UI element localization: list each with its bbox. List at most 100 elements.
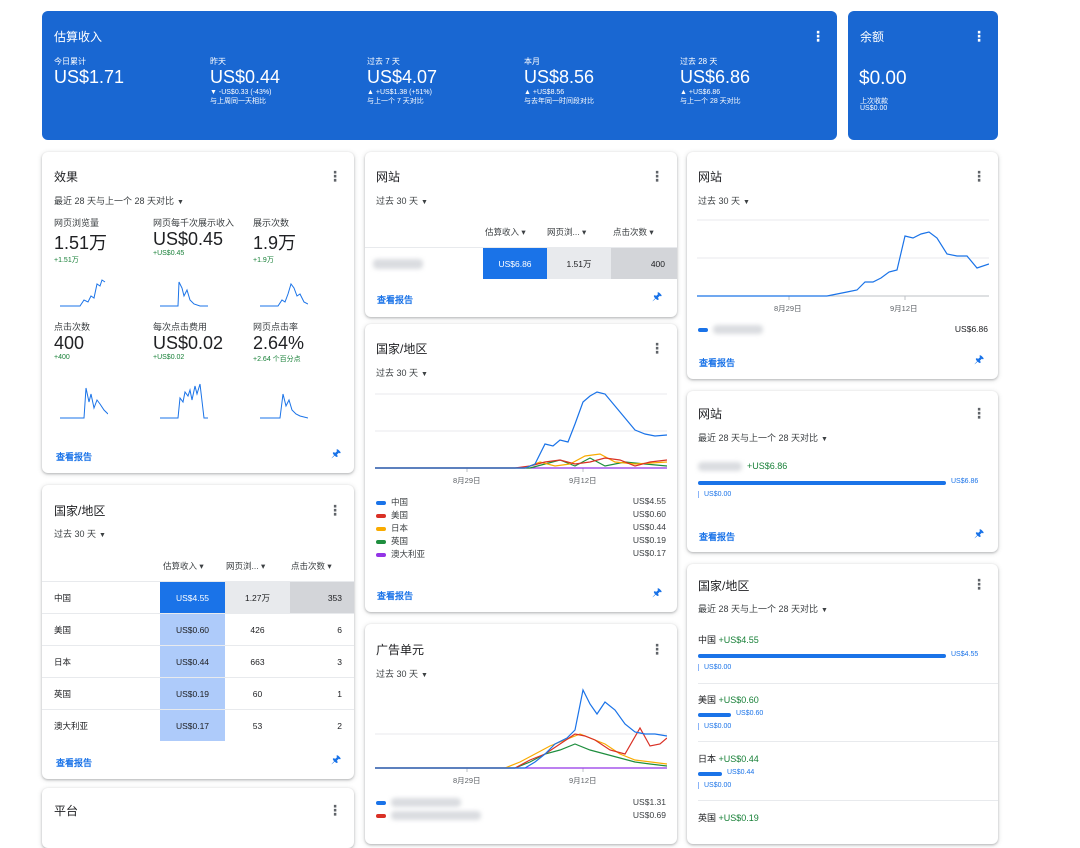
- site-line-chart: [697, 219, 989, 300]
- row-name: 日本: [54, 656, 72, 667]
- previous-bar-marker: [698, 723, 699, 730]
- view-report-link[interactable]: 查看报告: [377, 589, 413, 602]
- pin-icon[interactable]: 🖈: [331, 754, 341, 766]
- estimated-earnings-card: 估算收入 ⋮ 今日累计 US$1.71 昨天 US$0.44 ▼ -US$0.3…: [42, 11, 837, 140]
- site-chart-card: 网站 ⋮ 过去 30 天 ▼ 8月29日 9月12日 US$6.86 查看报告 🖈: [687, 152, 998, 379]
- more-options-icon[interactable]: ⋮: [328, 168, 342, 184]
- country-compare-card: 国家/地区 ⋮ 最近 28 天与上一个 28 天对比 ▼ 中国 +US$4.55 …: [687, 564, 998, 844]
- date-range-dropdown[interactable]: 过去 30 天 ▼: [376, 194, 428, 207]
- column-header-revenue[interactable]: 估算收入 ▾: [485, 226, 526, 238]
- sparkline-pageviews: [60, 279, 106, 307]
- row-revenue: US$0.60: [160, 614, 225, 645]
- table-row[interactable]: 中国 US$4.55 1.27万 353: [42, 581, 354, 613]
- legend-item: 澳大利亚 US$0.17: [376, 548, 666, 560]
- country-line-chart: [375, 391, 667, 472]
- more-options-icon[interactable]: ⋮: [328, 802, 342, 818]
- date-range-dropdown[interactable]: 过去 30 天 ▼: [376, 366, 428, 379]
- previous-bar-marker: [698, 491, 699, 498]
- legend-item: 英国 US$0.19: [376, 535, 666, 547]
- platform-card: 平台 ⋮: [42, 788, 354, 848]
- more-options-icon[interactable]: ⋮: [972, 28, 986, 44]
- table-row[interactable]: US$6.86 1.51万 400: [365, 247, 677, 279]
- caret-down-icon: ▼: [821, 436, 828, 443]
- metric-last-28-days: 过去 28 天 US$6.86 ▲ +US$6.86 与上一个 28 天对比: [680, 57, 751, 105]
- row-name: 澳大利亚: [54, 720, 89, 731]
- site-delta: +US$6.86: [747, 461, 788, 471]
- row-name: 中国: [54, 592, 72, 603]
- pin-icon[interactable]: 🖈: [974, 354, 984, 366]
- metric-yesterday: 昨天 US$0.44 ▼ -US$0.33 (-43%) 与上周同一天相比: [210, 57, 281, 105]
- card-title: 效果: [54, 170, 79, 184]
- row-pageviews: 53: [252, 720, 263, 731]
- view-report-link[interactable]: 查看报告: [377, 293, 413, 306]
- previous-value: US$0.00: [704, 491, 732, 498]
- previous-bar-marker: [698, 782, 699, 789]
- date-range-dropdown[interactable]: 最近 28 天与上一个 28 天对比 ▼: [54, 194, 184, 207]
- more-options-icon[interactable]: ⋮: [972, 405, 986, 421]
- x-tick-label: 8月29日: [453, 476, 481, 485]
- column-header-clicks[interactable]: 点击次数 ▾: [291, 560, 332, 572]
- date-range-dropdown[interactable]: 过去 30 天 ▼: [376, 667, 428, 680]
- row-clicks: 353: [290, 582, 354, 613]
- view-report-link[interactable]: 查看报告: [56, 756, 92, 769]
- compare-item-japan: 日本 +US$0.44 US$0.44 US$0.00: [698, 754, 759, 789]
- caret-down-icon: ▼: [99, 532, 106, 539]
- table-row[interactable]: 澳大利亚 US$0.17 53 2: [42, 709, 354, 741]
- redacted-adunit-name: [391, 798, 461, 808]
- more-options-icon[interactable]: ⋮: [650, 340, 664, 356]
- date-range-dropdown[interactable]: 最近 28 天与上一个 28 天对比 ▼: [698, 431, 828, 444]
- table-row[interactable]: 日本 US$0.44 663 3: [42, 645, 354, 677]
- more-options-icon[interactable]: ⋮: [650, 641, 664, 657]
- table-row[interactable]: 英国 US$0.19 60 1: [42, 677, 354, 709]
- more-options-icon[interactable]: ⋮: [972, 576, 986, 592]
- redacted-site-name: [698, 462, 742, 471]
- view-report-link[interactable]: 查看报告: [699, 356, 735, 369]
- pin-icon[interactable]: 🖈: [331, 448, 341, 460]
- metric-clicks: 点击次数 400 +400: [54, 322, 91, 361]
- caret-down-icon: ▼: [743, 199, 750, 206]
- card-title: 网站: [698, 170, 723, 184]
- caret-down-icon: ▼: [421, 672, 428, 679]
- x-tick-label: 9月12日: [569, 476, 597, 485]
- date-range-dropdown[interactable]: 最近 28 天与上一个 28 天对比 ▼: [698, 602, 828, 615]
- pin-icon[interactable]: 🖈: [974, 528, 984, 540]
- compare-item-uk: 英国 +US$0.19: [698, 813, 759, 823]
- column-header-revenue[interactable]: 估算收入 ▾: [163, 560, 204, 572]
- legend-item: 中国 US$4.55: [376, 496, 666, 508]
- column-header-pageviews[interactable]: 网页浏... ▾: [547, 226, 586, 238]
- card-title: 广告单元: [376, 643, 425, 657]
- current-value: US$0.60: [736, 710, 764, 717]
- table-row[interactable]: 美国 US$0.60 426 6: [42, 613, 354, 645]
- last-payment-value: US$0.00: [860, 105, 888, 112]
- sparkline-page-rpm: [160, 281, 208, 307]
- sparkline-impressions: [260, 282, 308, 307]
- column-header-clicks[interactable]: 点击次数 ▾: [613, 226, 654, 238]
- more-options-icon[interactable]: ⋮: [811, 28, 825, 44]
- card-title: 网站: [376, 170, 401, 184]
- current-bar: [698, 654, 946, 658]
- legend-item: US$6.86: [698, 324, 988, 335]
- date-range-dropdown[interactable]: 过去 30 天 ▼: [54, 527, 106, 540]
- view-report-link[interactable]: 查看报告: [699, 530, 735, 543]
- more-options-icon[interactable]: ⋮: [328, 502, 342, 518]
- pin-icon[interactable]: 🖈: [652, 291, 662, 303]
- card-title: 国家/地区: [54, 504, 106, 518]
- x-tick-label: 8月29日: [774, 304, 802, 313]
- date-range-dropdown[interactable]: 过去 30 天 ▼: [698, 194, 750, 207]
- view-report-link[interactable]: 查看报告: [56, 450, 92, 463]
- row-pageviews: 663: [250, 656, 265, 667]
- balance-value: $0.00: [859, 68, 907, 89]
- x-tick-label: 9月12日: [890, 304, 918, 313]
- metric-page-ctr: 网页点击率 2.64% +2.64 个百分点: [253, 322, 305, 363]
- more-options-icon[interactable]: ⋮: [972, 168, 986, 184]
- legend-item: 日本 US$0.44: [376, 522, 666, 534]
- row-pageviews: 60: [252, 688, 263, 699]
- card-title: 网站: [698, 407, 723, 421]
- previous-value: US$0.00: [704, 664, 732, 671]
- pin-icon[interactable]: 🖈: [652, 587, 662, 599]
- performance-card: 效果 ⋮ 最近 28 天与上一个 28 天对比 ▼ 网页浏览量 1.51万 +1.…: [42, 152, 354, 473]
- column-header-pageviews[interactable]: 网页浏... ▾: [226, 560, 265, 572]
- caret-down-icon: ▼: [421, 199, 428, 206]
- more-options-icon[interactable]: ⋮: [650, 168, 664, 184]
- row-name: 英国: [54, 688, 72, 699]
